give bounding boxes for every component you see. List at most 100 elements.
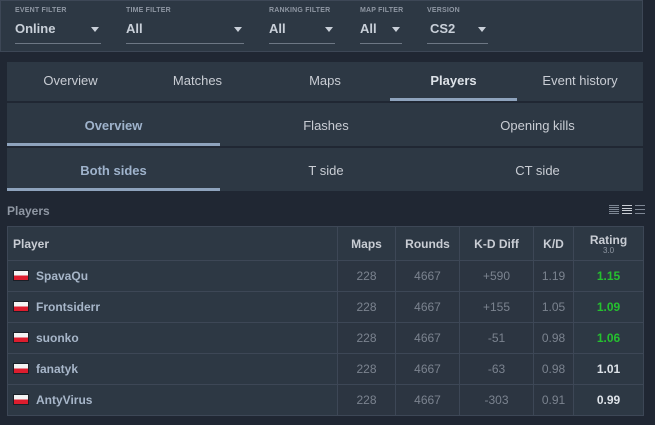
expanded-list-icon[interactable] — [635, 205, 645, 214]
header-player[interactable]: Player — [7, 226, 338, 261]
map-filter-value: All — [360, 21, 377, 36]
tab-both-sides-label: Both sides — [80, 163, 147, 178]
player-cell[interactable]: AntyVirus — [7, 384, 338, 416]
kd-cell: 0.98 — [533, 353, 574, 385]
rating-cell: 0.99 — [573, 384, 644, 416]
active-tab-underline — [7, 143, 220, 146]
tab-opening-kills-label: Opening kills — [500, 118, 575, 133]
tab-stats-overview[interactable]: Overview — [7, 103, 220, 146]
rating-cell: 1.15 — [573, 260, 644, 292]
chevron-down-icon — [91, 27, 99, 32]
tab-t-side-label: T side — [308, 163, 344, 178]
player-name: SpavaQu — [36, 269, 89, 283]
kd-diff-cell: -51 — [459, 322, 534, 354]
active-tab-underline — [7, 188, 220, 191]
poland-flag-icon — [13, 394, 29, 405]
rounds-cell: 4667 — [395, 384, 460, 416]
table-row: SpavaQu 228 4667 +590 1.19 1.15 — [7, 260, 644, 292]
player-cell[interactable]: Frontsiderr — [7, 291, 338, 323]
table-header-row: Player Maps Rounds K-D Diff K/D Rating 3.… — [7, 226, 644, 261]
header-rounds[interactable]: Rounds — [395, 226, 460, 261]
tab-flashes[interactable]: Flashes — [220, 103, 432, 146]
maps-cell: 228 — [337, 291, 396, 323]
version-filter-value: CS2 — [430, 21, 456, 36]
chevron-down-icon — [234, 27, 242, 32]
player-name: AntyVirus — [36, 393, 93, 407]
compact-list-icon[interactable] — [609, 205, 619, 214]
header-kd-diff[interactable]: K-D Diff — [459, 226, 534, 261]
event-filter-value: Online — [15, 21, 56, 36]
tab-overview-label: Overview — [43, 73, 98, 88]
rating-cell: 1.01 — [573, 353, 644, 385]
time-filter-select[interactable]: All — [126, 17, 244, 44]
ranking-filter-select[interactable]: All — [269, 17, 335, 44]
tab-flashes-label: Flashes — [303, 118, 349, 133]
players-stats-table: Player Maps Rounds K-D Diff K/D Rating 3.… — [7, 226, 644, 416]
tab-overview[interactable]: Overview — [7, 62, 134, 101]
header-rating[interactable]: Rating 3.0 — [573, 226, 644, 261]
player-name: fanatyk — [36, 362, 79, 376]
ranking-filter-value: All — [269, 21, 286, 36]
tab-players[interactable]: Players — [390, 62, 517, 101]
event-filter-select[interactable]: Online — [15, 17, 101, 44]
tab-matches[interactable]: Matches — [134, 62, 261, 101]
tab-maps-label: Maps — [309, 73, 341, 88]
maps-cell: 228 — [337, 353, 396, 385]
poland-flag-icon — [13, 270, 29, 281]
rating-cell: 1.06 — [573, 322, 644, 354]
main-tabs: Overview Matches Maps Players Event hist… — [7, 62, 643, 101]
header-rating-version: 3.0 — [602, 245, 615, 255]
player-name: Frontsiderr — [36, 300, 101, 314]
maps-cell: 228 — [337, 322, 396, 354]
section-title: Players — [7, 204, 50, 218]
time-filter-value: All — [126, 21, 143, 36]
player-name: suonko — [36, 331, 79, 345]
ranking-filter-label: RANKING FILTER — [269, 7, 331, 14]
kd-cell: 1.19 — [533, 260, 574, 292]
tab-opening-kills[interactable]: Opening kills — [432, 103, 643, 146]
tab-both-sides[interactable]: Both sides — [7, 148, 220, 191]
rounds-cell: 4667 — [395, 291, 460, 323]
tab-ct-side[interactable]: CT side — [432, 148, 643, 191]
tab-maps[interactable]: Maps — [261, 62, 389, 101]
tab-event-history-label: Event history — [542, 73, 618, 88]
sub-tabs: Overview Flashes Opening kills — [7, 103, 643, 146]
poland-flag-icon — [13, 301, 29, 312]
kd-diff-cell: +590 — [459, 260, 534, 292]
kd-diff-cell: +155 — [459, 291, 534, 323]
player-cell[interactable]: fanatyk — [7, 353, 338, 385]
tab-matches-label: Matches — [172, 73, 223, 88]
tab-players-label: Players — [430, 73, 477, 88]
view-toggle — [609, 205, 645, 214]
maps-cell: 228 — [337, 384, 396, 416]
version-filter-select[interactable]: CS2 — [427, 17, 488, 44]
header-rating-label: Rating — [589, 232, 628, 247]
map-filter-select[interactable]: All — [360, 17, 402, 44]
tab-event-history[interactable]: Event history — [517, 62, 643, 101]
header-kd[interactable]: K/D — [533, 226, 574, 261]
header-maps[interactable]: Maps — [337, 226, 396, 261]
event-filter-label: EVENT FILTER — [15, 7, 67, 14]
time-filter-label: TIME FILTER — [126, 7, 171, 14]
poland-flag-icon — [13, 332, 29, 343]
rounds-cell: 4667 — [395, 260, 460, 292]
rounds-cell: 4667 — [395, 322, 460, 354]
tab-ct-side-label: CT side — [515, 163, 560, 178]
chevron-down-icon — [392, 27, 400, 32]
rating-cell: 1.09 — [573, 291, 644, 323]
chevron-down-icon — [325, 27, 333, 32]
list-icon[interactable] — [622, 205, 632, 214]
table-row: AntyVirus 228 4667 -303 0.91 0.99 — [7, 384, 644, 416]
player-cell[interactable]: suonko — [7, 322, 338, 354]
kd-diff-cell: -63 — [459, 353, 534, 385]
table-row: fanatyk 228 4667 -63 0.98 1.01 — [7, 353, 644, 385]
kd-cell: 0.91 — [533, 384, 574, 416]
kd-diff-cell: -303 — [459, 384, 534, 416]
maps-cell: 228 — [337, 260, 396, 292]
side-tabs: Both sides T side CT side — [7, 148, 643, 191]
table-row: Frontsiderr 228 4667 +155 1.05 1.09 — [7, 291, 644, 323]
player-cell[interactable]: SpavaQu — [7, 260, 338, 292]
map-filter-label: MAP FILTER — [360, 7, 404, 14]
tab-t-side[interactable]: T side — [220, 148, 432, 191]
kd-cell: 0.98 — [533, 322, 574, 354]
